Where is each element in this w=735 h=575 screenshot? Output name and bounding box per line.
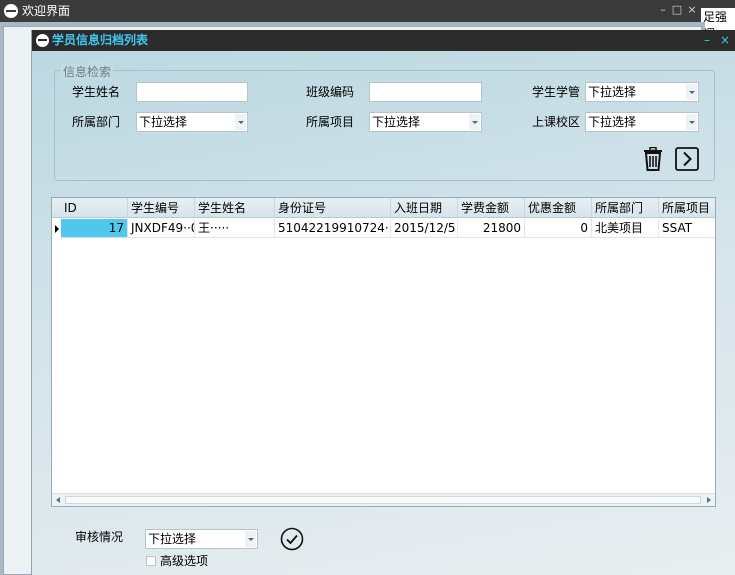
archive-list-window: 学员信息归档列表 – × 信息检索 学生姓名 班级编码 学生学管 下拉选择 所属… <box>31 30 735 575</box>
search-group: 信息检索 学生姓名 班级编码 学生学管 下拉选择 所属部门 下拉选择 所属项目 … <box>54 63 715 181</box>
class-code-input[interactable] <box>369 82 482 102</box>
column-header-id-card[interactable]: 身份证号 <box>275 198 391 218</box>
trash-icon[interactable] <box>642 146 664 171</box>
advanced-options-checkbox[interactable] <box>146 556 156 566</box>
cell-tuition[interactable]: 21800 <box>458 219 525 238</box>
review-status-label: 审核情况 <box>75 530 124 544</box>
cell-project[interactable]: SSAT <box>659 219 715 238</box>
student-name-input[interactable] <box>136 82 248 102</box>
outer-minimize-button[interactable]: – <box>656 2 670 18</box>
chevron-down-icon[interactable] <box>469 114 480 130</box>
review-status-select[interactable]: 下拉选择 <box>145 529 258 549</box>
scroll-right-icon[interactable] <box>704 496 713 505</box>
campus-label: 上课校区 <box>532 115 581 129</box>
outer-window-title: 欢迎界面 <box>22 4 71 18</box>
next-icon[interactable] <box>675 147 699 171</box>
review-status-value: 下拉选择 <box>148 532 197 546</box>
column-header-department[interactable]: 所属部门 <box>592 198 659 218</box>
child-window-title: 学员信息归档列表 <box>52 33 149 47</box>
child-close-button[interactable]: × <box>718 32 732 48</box>
outer-maximize-button[interactable]: □ <box>670 2 684 18</box>
search-group-legend: 信息检索 <box>61 63 114 80</box>
student-archive-grid[interactable]: ID 学生编号 学生姓名 身份证号 入班日期 学费金额 优惠金额 所属部门 所属… <box>51 197 716 507</box>
project-label: 所属项目 <box>306 115 355 129</box>
department-label: 所属部门 <box>72 115 121 129</box>
student-name-label: 学生姓名 <box>72 85 121 99</box>
check-circle-icon[interactable] <box>280 527 304 551</box>
department-select[interactable]: 下拉选择 <box>136 112 248 132</box>
student-manager-value: 下拉选择 <box>588 85 637 99</box>
horizontal-scrollbar[interactable] <box>52 493 715 506</box>
column-header-id[interactable]: ID <box>61 198 128 218</box>
cell-id-card[interactable]: 51042219910724····1 <box>275 219 391 238</box>
cell-discount[interactable]: 0 <box>525 219 592 238</box>
project-value: 下拉选择 <box>372 115 421 129</box>
cell-enroll-date[interactable]: 2015/12/5 <box>391 219 458 238</box>
campus-select[interactable]: 下拉选择 <box>585 112 699 132</box>
department-value: 下拉选择 <box>139 115 188 129</box>
chevron-down-icon[interactable] <box>686 84 697 100</box>
outer-titlebar: 欢迎界面 – □ × <box>0 0 735 22</box>
column-header-enroll-date[interactable]: 入班日期 <box>391 198 458 218</box>
app-logo-icon <box>4 4 18 18</box>
column-header-student-name[interactable]: 学生姓名 <box>195 198 275 218</box>
column-header-student-no[interactable]: 学生编号 <box>128 198 195 218</box>
scroll-left-icon[interactable] <box>54 496 63 505</box>
child-minimize-button[interactable]: – <box>700 32 714 48</box>
scrollbar-thumb[interactable] <box>65 496 701 504</box>
chevron-down-icon[interactable] <box>245 531 256 547</box>
student-manager-label: 学生学管 <box>532 85 581 99</box>
student-manager-select[interactable]: 下拉选择 <box>585 82 699 102</box>
column-header-project[interactable]: 所属项目 <box>659 198 715 218</box>
cell-student-name[interactable]: 王····· <box>195 219 275 238</box>
cell-id[interactable]: 17 <box>61 219 128 238</box>
column-header-tuition[interactable]: 学费金额 <box>458 198 525 218</box>
chevron-down-icon[interactable] <box>235 114 246 130</box>
child-titlebar: 学员信息归档列表 – × <box>32 30 735 51</box>
cell-student-no[interactable]: JNXDF49··0 <box>128 219 195 238</box>
outer-close-button[interactable]: × <box>685 2 699 18</box>
chevron-down-icon[interactable] <box>686 114 697 130</box>
app-logo-icon <box>36 34 49 47</box>
grid-header: ID 学生编号 学生姓名 身份证号 入班日期 学费金额 优惠金额 所属部门 所属… <box>52 198 715 218</box>
class-code-label: 班级编码 <box>306 85 355 99</box>
campus-value: 下拉选择 <box>588 115 637 129</box>
column-header-discount[interactable]: 优惠金额 <box>525 198 592 218</box>
cell-department[interactable]: 北美项目 <box>592 219 659 238</box>
project-select[interactable]: 下拉选择 <box>369 112 482 132</box>
advanced-options-label[interactable]: 高级选项 <box>160 551 208 571</box>
